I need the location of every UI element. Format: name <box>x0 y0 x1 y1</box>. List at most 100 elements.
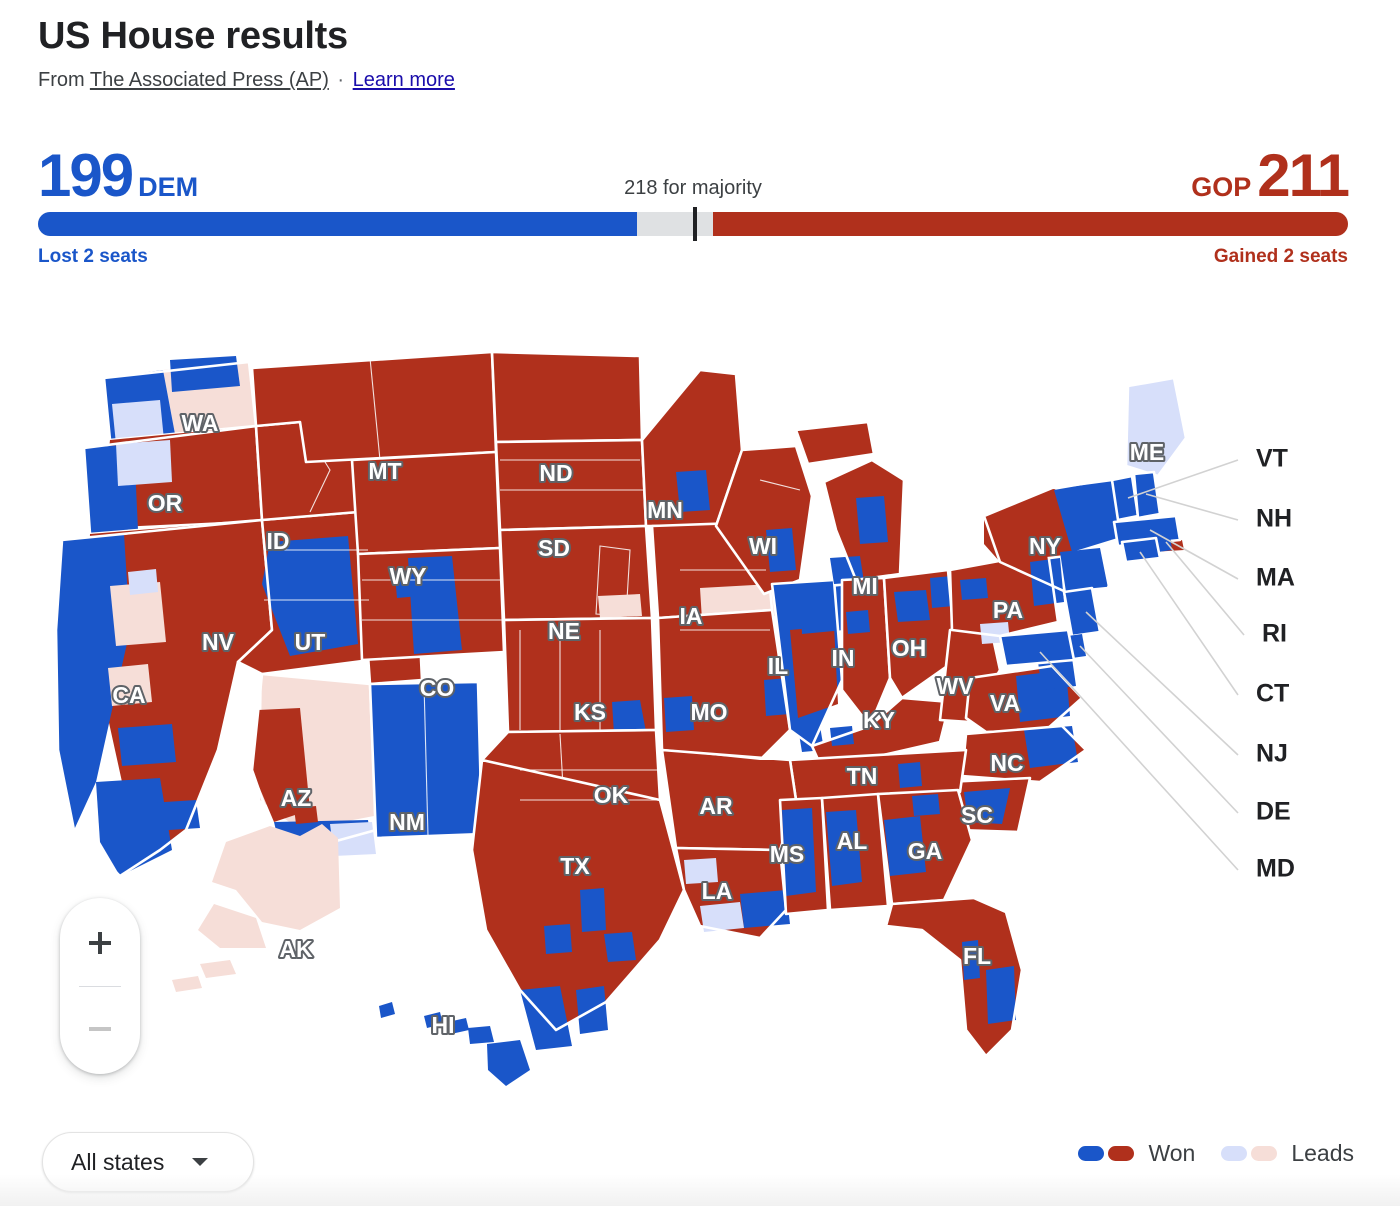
map-states[interactable] <box>54 350 1188 1086</box>
header: US House results From The Associated Pre… <box>38 12 455 92</box>
state-label-IA: IA <box>680 603 703 629</box>
dem-seat-fill <box>38 212 638 236</box>
zoom-out-button[interactable] <box>60 998 140 1060</box>
callout-label-VT: VT <box>1256 445 1288 473</box>
gop-seat-count: GOP 211 <box>1191 146 1350 206</box>
minus-icon <box>89 1027 111 1031</box>
state-label-WY: WY <box>389 563 426 589</box>
legend-swatch-dem-won <box>1078 1146 1105 1161</box>
state-label-FL: FL <box>963 943 991 969</box>
state-MD[interactable] <box>998 628 1076 668</box>
state-CA[interactable] <box>54 518 274 878</box>
legend-label-leads: Leads <box>1291 1140 1354 1166</box>
state-label-SC: SC <box>961 802 993 828</box>
legend-label-won: Won <box>1148 1140 1196 1166</box>
callout-line-CT <box>1139 551 1239 696</box>
state-HI[interactable] <box>379 1002 530 1086</box>
seat-deltas: Lost 2 seats Gained 2 seats <box>38 246 1348 274</box>
state-label-MI: MI <box>852 573 878 599</box>
state-label-CO: CO <box>420 675 455 701</box>
state-AK[interactable] <box>172 824 340 992</box>
state-TX[interactable] <box>470 758 686 1050</box>
state-OR[interactable] <box>82 424 264 536</box>
callout-label-DE: DE <box>1256 798 1291 826</box>
state-label-MO: MO <box>690 699 727 725</box>
callout-label-NH: NH <box>1256 505 1292 533</box>
state-label-ME: ME <box>1130 439 1165 465</box>
state-label-NE: NE <box>548 618 580 644</box>
state-label-KY: KY <box>863 707 895 733</box>
us-house-results-panel: US House results From The Associated Pre… <box>0 0 1400 1206</box>
gop-party-label: GOP <box>1191 172 1252 202</box>
map-zoom-control[interactable] <box>60 898 140 1074</box>
legend-won: Won <box>1078 1140 1195 1167</box>
majority-tick <box>692 207 697 241</box>
state-label-MS: MS <box>770 841 805 867</box>
source-line: From The Associated Press (AP) · Learn m… <box>38 68 455 92</box>
dem-party-label: DEM <box>138 172 199 202</box>
state-label-WI: WI <box>749 533 777 559</box>
dem-seat-delta: Lost 2 seats <box>38 246 148 267</box>
legend-swatch-gop-won <box>1108 1146 1135 1161</box>
state-CT[interactable] <box>1120 536 1162 564</box>
chevron-down-icon <box>192 1158 209 1166</box>
state-CO[interactable] <box>356 546 506 662</box>
state-label-CA: CA <box>112 682 145 708</box>
state-label-WV: WV <box>936 673 974 699</box>
state-NE[interactable] <box>498 524 654 622</box>
state-label-NY: NY <box>1029 533 1061 559</box>
seat-bar-section: 199 DEM 218 for majority GOP 211 Lost 2 se… <box>38 140 1350 274</box>
zoom-divider <box>79 985 121 987</box>
state-NC[interactable] <box>960 724 1088 784</box>
dem-seat-count: 199 DEM <box>38 146 198 206</box>
state-label-ID: ID <box>267 528 290 554</box>
separator-dot: · <box>337 69 345 91</box>
callout-line-MA <box>1149 529 1239 580</box>
state-label-WA: WA <box>181 410 218 436</box>
state-label-TX: TX <box>560 853 590 879</box>
map-svg[interactable]: .gw{fill:#b0301c;} /* GOP won */ .dw{fil… <box>0 330 1400 1120</box>
state-NM[interactable] <box>368 680 484 840</box>
state-label-OK: OK <box>594 782 629 808</box>
state-label-OR: OR <box>148 490 183 516</box>
state-label-KS: KS <box>574 699 606 725</box>
source-link[interactable]: The Associated Press (AP) <box>90 69 329 91</box>
state-label-MN: MN <box>647 497 683 523</box>
gop-seats-number: 211 <box>1257 142 1350 209</box>
state-label-NC: NC <box>990 750 1023 776</box>
callout-label-NJ: NJ <box>1256 740 1288 768</box>
legend-leads: Leads <box>1221 1140 1354 1167</box>
gop-seat-delta: Gained 2 seats <box>1213 246 1348 267</box>
callout-line-DE <box>1079 645 1239 814</box>
us-house-map[interactable]: .gw{fill:#b0301c;} /* GOP won */ .dw{fil… <box>0 330 1400 1120</box>
state-label-AL: AL <box>837 828 868 854</box>
callout-label-MA: MA <box>1256 564 1295 592</box>
legend-swatch-gop-leads <box>1251 1146 1278 1161</box>
page-title: US House results <box>38 15 348 57</box>
zoom-in-button[interactable] <box>60 912 140 974</box>
gop-seat-fill <box>712 212 1348 236</box>
state-label-GA: GA <box>908 838 943 864</box>
state-label-SD: SD <box>538 535 570 561</box>
callout-line-RI <box>1165 541 1245 636</box>
state-label-NV: NV <box>202 629 235 655</box>
state-label-IL: IL <box>768 653 788 679</box>
learn-more-link[interactable]: Learn more <box>353 69 455 91</box>
callout-label-RI: RI <box>1262 620 1287 648</box>
state-filter-dropdown[interactable]: All states <box>42 1132 254 1192</box>
callout-label-CT: CT <box>1256 680 1289 708</box>
state-ND[interactable] <box>490 350 644 444</box>
state-label-AR: AR <box>699 793 733 819</box>
plus-icon <box>89 932 111 954</box>
state-label-IN: IN <box>832 645 855 671</box>
state-label-VA: VA <box>990 690 1020 716</box>
state-label-LA: LA <box>702 878 733 904</box>
seat-progress-bar <box>38 207 1348 241</box>
state-FL[interactable] <box>884 896 1024 1058</box>
state-label-TN: TN <box>847 763 878 789</box>
state-MO[interactable] <box>656 608 792 762</box>
state-label-NM: NM <box>389 809 425 835</box>
callout-label-MD: MD <box>1256 855 1295 883</box>
state-label-HI: HI <box>432 1012 455 1038</box>
state-NJ[interactable] <box>1062 586 1102 638</box>
